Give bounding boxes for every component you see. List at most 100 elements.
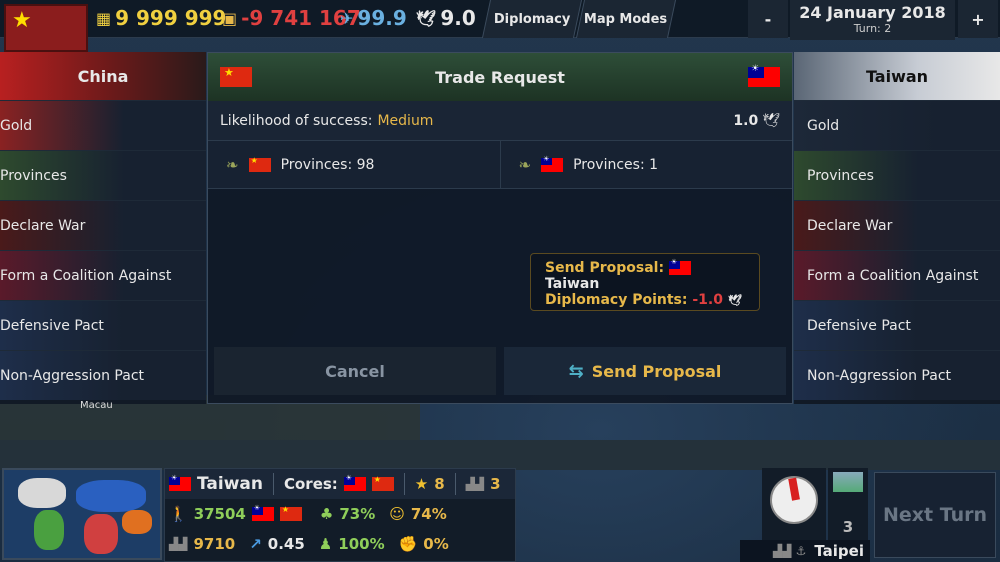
divider (454, 473, 456, 495)
right-offer-text: Provinces: 1 (573, 156, 659, 173)
left-item-non-aggression[interactable]: Non-Aggression Pact (0, 350, 206, 400)
star-icon: ★ (414, 475, 429, 493)
star-icon: ★ (12, 8, 32, 33)
fist-icon: ✊ (398, 535, 418, 553)
cores-label: Cores: (283, 475, 338, 493)
map-modes-button[interactable]: Map Modes (575, 0, 677, 38)
left-item-provinces[interactable]: Provinces (0, 150, 206, 200)
map-land-strip (0, 440, 1000, 470)
info-row-population: 🚶 37504 ♣ 73% ☺ 74% (165, 499, 515, 529)
left-item-declare-war[interactable]: Declare War (0, 200, 206, 250)
leaf-icon: ❧ (518, 155, 532, 174)
minimap[interactable] (2, 468, 162, 560)
left-item-gold[interactable]: Gold (0, 100, 206, 150)
diplomacy-value: 9.0 (440, 6, 476, 30)
factory-icon: ▟▟ (169, 537, 188, 551)
player-flag[interactable]: ★ (4, 4, 88, 52)
exchange-icon: ⇆ (568, 360, 584, 382)
taiwan-flag-icon (343, 474, 366, 491)
population-value: 37504 (193, 505, 246, 523)
right-item-gold[interactable]: Gold (794, 100, 1000, 150)
terrain-icon (833, 472, 863, 492)
taiwan-flag-icon (169, 474, 191, 491)
country-name[interactable]: Taiwan (197, 474, 263, 494)
gold-value: 9 999 999 (115, 6, 227, 30)
dove-icon: 🕊 (416, 8, 437, 28)
clock-icon (770, 476, 818, 524)
left-offer[interactable]: ❧ Provinces: 98 (208, 141, 500, 188)
info-row-economy: ▟▟ 9710 ↗ 0.45 ♟ 100% ✊ 0% (165, 529, 515, 559)
info-row-header: Taiwan Cores: ★ 8 ▟▟ 3 (165, 469, 515, 499)
points-value: 1.0 (733, 112, 759, 129)
likelihood-label: Likelihood of success: (220, 112, 373, 129)
happiness-value: 74% (410, 505, 447, 523)
right-item-coalition[interactable]: Form a Coalition Against (794, 250, 1000, 300)
taiwan-flag-icon (668, 258, 691, 275)
right-item-provinces[interactable]: Provinces (794, 150, 1000, 200)
person-icon: 🚶 (169, 505, 188, 523)
minimap-landmass (84, 514, 118, 554)
minimap-landmass (122, 510, 152, 534)
zoom-out-button[interactable]: - (748, 0, 788, 38)
minimap-landmass (34, 510, 64, 550)
buildings-icon: ▟▟ ⚓ (772, 544, 807, 558)
send-proposal-label: Send Proposal (591, 361, 722, 381)
dove-icon: 🕊 (727, 294, 742, 307)
likelihood-value: Medium (377, 112, 434, 129)
china-flag-icon (279, 505, 302, 521)
capital-name: Taipei (814, 542, 864, 560)
cancel-button[interactable]: Cancel (214, 347, 496, 395)
terrain-count: 3 (842, 518, 854, 536)
china-flag-icon (248, 156, 271, 172)
tooltip-send-label: Send Proposal: (545, 260, 665, 276)
attack-stat[interactable]: ✈ 99.9 (340, 6, 407, 30)
happiness-icon: ☺ (389, 505, 405, 523)
likelihood-row: Likelihood of success: Medium 1.0 🕊 (208, 101, 792, 141)
industry-value: 3 (490, 475, 501, 493)
right-country-panel: Taiwan Gold Provinces Declare War Form a… (794, 52, 1000, 404)
zoom-in-button[interactable]: + (958, 0, 998, 38)
right-item-defensive-pact[interactable]: Defensive Pact (794, 300, 1000, 350)
china-flag-icon (220, 66, 252, 87)
turn-text: Turn: 2 (853, 22, 892, 35)
terrain-panel[interactable]: 3 (828, 468, 868, 540)
taiwan-flag-icon (541, 155, 564, 172)
send-proposal-button[interactable]: ⇆ Send Proposal (504, 347, 786, 395)
soldier-icon: ♟ (318, 535, 333, 553)
growth-value: 73% (339, 505, 376, 523)
taiwan-flag-icon (251, 504, 274, 521)
right-item-declare-war[interactable]: Declare War (794, 200, 1000, 250)
diplomacy-button[interactable]: Diplomacy (481, 0, 583, 38)
attack-value: 99.9 (357, 6, 407, 30)
dialog-header: Trade Request (208, 53, 792, 101)
plane-icon: ✈ (340, 8, 354, 28)
right-panel-title: Taiwan (794, 52, 1000, 100)
tooltip-points-label: Diplomacy Points: (545, 292, 688, 308)
rebels-value: 0% (423, 535, 449, 553)
coins-icon: ▣ (222, 8, 238, 28)
country-info-panel: Taiwan Cores: ★ 8 ▟▟ 3 🚶 37504 ♣ 73% ☺ 7… (164, 468, 516, 562)
next-turn-button[interactable]: Next Turn (874, 472, 996, 558)
map-city-label: Macau (80, 400, 113, 411)
divider (403, 473, 405, 495)
top-bar: ★ ▦ 9 999 999 ▣ -9 741 167 ✈ 99.9 🕊 9.0 Dipl… (0, 0, 1000, 52)
dove-icon: 🕊 (762, 112, 780, 129)
left-item-defensive-pact[interactable]: Defensive Pact (0, 300, 206, 350)
army-value: 100% (338, 535, 385, 553)
gold-icon: ▦ (96, 8, 112, 28)
date-display: 24 January 2018 Turn: 2 (790, 0, 955, 40)
dialog-title: Trade Request (435, 67, 565, 87)
right-offer[interactable]: ❧ Provinces: 1 (499, 141, 792, 188)
divider (272, 473, 274, 495)
trade-request-dialog: Trade Request Likelihood of success: Med… (207, 52, 793, 404)
right-item-non-aggression[interactable]: Non-Aggression Pact (794, 350, 1000, 400)
economy-value: 9710 (193, 535, 236, 553)
trend-value: 0.45 (267, 535, 305, 553)
capital-label[interactable]: ▟▟ ⚓ Taipei (740, 540, 870, 562)
tooltip-points-value: -1.0 (692, 292, 723, 308)
left-item-coalition[interactable]: Form a Coalition Against (0, 250, 206, 300)
gold-stat[interactable]: ▦ 9 999 999 (96, 6, 226, 30)
factory-icon: ▟▟ (465, 477, 485, 491)
diplomacy-stat[interactable]: 🕊 9.0 (416, 6, 476, 30)
minimap-landmass (18, 478, 66, 508)
